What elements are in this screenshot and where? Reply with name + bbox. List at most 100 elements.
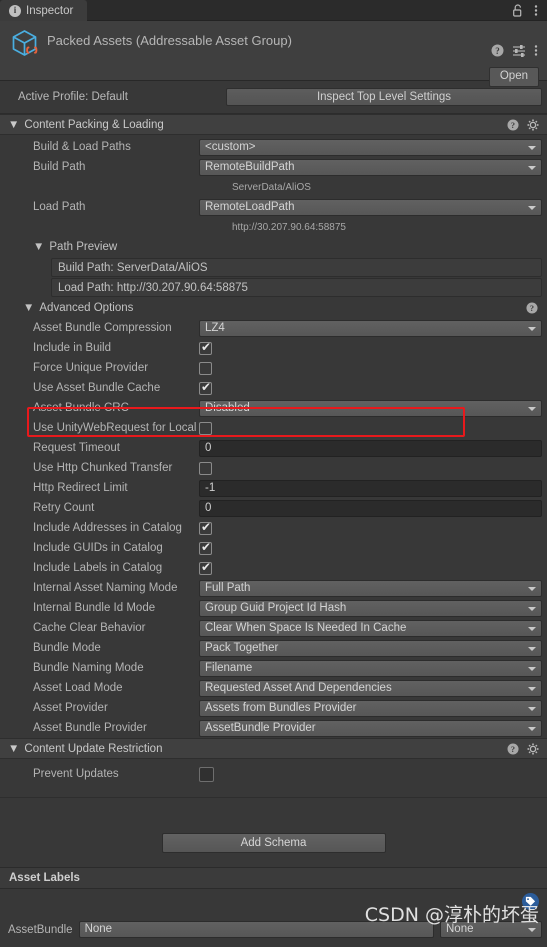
row-label: Request Timeout (33, 442, 120, 454)
chevron-down-icon (528, 145, 536, 150)
build-path-dropdown[interactable]: RemoteBuildPath (199, 158, 542, 176)
lock-open-icon[interactable] (513, 3, 524, 17)
tab-inspector[interactable]: i Inspector (0, 0, 88, 21)
add-schema-button[interactable]: Add Schema (161, 833, 386, 853)
dropdown-control[interactable]: LZ4 (199, 319, 542, 337)
dropdown-control[interactable]: Assets from Bundles Provider (199, 699, 542, 717)
gear-icon[interactable] (527, 743, 539, 755)
checkbox-control[interactable] (199, 520, 212, 535)
dropdown-value: Group Guid Project Id Hash (205, 601, 347, 614)
field-wrapper: LZ4 (199, 319, 542, 337)
dropdown-value: RemoteLoadPath (205, 200, 295, 213)
object-header: Packed Assets (Addressable Asset Group) … (0, 21, 547, 87)
row-asset-load-mode: Asset Load Mode Requested Asset And Depen… (0, 678, 547, 698)
dropdown-value: Disabled (205, 401, 250, 414)
checkbox-control[interactable] (199, 462, 212, 475)
dropdown-control[interactable]: Requested Asset And Dependencies (199, 679, 542, 697)
field-wrapper: Group Guid Project Id Hash (199, 599, 542, 617)
chevron-down-icon (528, 706, 536, 711)
field-wrapper: Pack Together (199, 639, 542, 657)
gear-icon[interactable] (527, 119, 539, 131)
section-actions: ? (507, 118, 539, 131)
help-icon[interactable]: ? (491, 44, 504, 57)
dropdown-control[interactable]: Filename (199, 659, 542, 677)
help-icon[interactable]: ? (507, 742, 519, 755)
field-wrapper: Assets from Bundles Provider (199, 699, 542, 717)
preset-settings-icon[interactable] (512, 44, 526, 57)
help-icon[interactable]: ? (526, 302, 538, 314)
chevron-down-icon[interactable]: ▼ (8, 119, 19, 131)
subsection-path-preview[interactable]: ▼ Path Preview (0, 237, 547, 257)
assetbundle-variant-dropdown[interactable]: None (440, 921, 542, 938)
chevron-down-icon[interactable]: ▼ (33, 241, 44, 253)
asset-labels-header: Asset Labels (0, 867, 547, 889)
tag-icon[interactable] (522, 893, 539, 910)
dropdown-control[interactable]: Group Guid Project Id Hash (199, 599, 542, 617)
row-asset-provider: Asset Provider Assets from Bundles Provid… (0, 698, 547, 718)
add-schema-area: Add Schema (0, 819, 547, 867)
chevron-down-icon (528, 646, 536, 651)
dropdown-control[interactable]: Pack Together (199, 639, 542, 657)
row-bundle-naming-mode: Bundle Naming Mode Filename (0, 658, 547, 678)
dropdown-control[interactable]: Clear When Space Is Needed In Cache (199, 619, 542, 637)
number-input[interactable]: 0 (199, 499, 542, 517)
dropdown-value: Full Path (205, 581, 251, 594)
chevron-down-icon (528, 205, 536, 210)
help-icon[interactable]: ? (507, 118, 519, 131)
field-wrapper: Clear When Space Is Needed In Cache (199, 619, 542, 637)
row-request-timeout: Request Timeout 0 (0, 438, 547, 458)
field-wrapper: 0 (199, 439, 542, 457)
row-build-and-load-paths: Build & Load Paths <custom> (0, 137, 547, 157)
section-header-content-update[interactable]: ▼ Content Update Restriction ? (0, 738, 547, 759)
dropdown-value: None (446, 923, 474, 935)
row-cache-clear-behavior: Cache Clear Behavior Clear When Space Is … (0, 618, 547, 638)
row-internal-bundle-id-mode: Internal Bundle Id Mode Group Guid Projec… (0, 598, 547, 618)
checkbox-control[interactable] (199, 560, 212, 575)
assetbundle-name-dropdown[interactable]: None (78, 921, 434, 938)
chevron-down-icon (528, 326, 536, 331)
kebab-menu-icon[interactable] (534, 4, 538, 17)
field-wrapper: Requested Asset And Dependencies (199, 679, 542, 697)
row-retry-count: Retry Count 0 (0, 498, 547, 518)
checkbox-control[interactable] (199, 362, 212, 375)
checkbox-control[interactable] (199, 540, 212, 555)
inspect-top-level-settings-button[interactable]: Inspect Top Level Settings (226, 88, 542, 106)
assetbundle-row: AssetBundle None None (0, 921, 547, 938)
dropdown-value: Assets from Bundles Provider (205, 701, 357, 714)
chevron-down-icon (528, 586, 536, 591)
load-path-dropdown[interactable]: RemoteLoadPath (199, 198, 542, 216)
section-header-content-packing[interactable]: ▼ Content Packing & Loading ? (0, 114, 547, 135)
checkbox-control[interactable] (199, 380, 212, 395)
row-label: Retry Count (33, 502, 95, 514)
dropdown-value: Requested Asset And Dependencies (205, 681, 392, 694)
subsection-title: Advanced Options (39, 302, 134, 314)
checkbox-control[interactable] (199, 422, 212, 435)
number-input[interactable]: -1 (199, 479, 542, 497)
subsection-advanced-options[interactable]: ▼ Advanced Options ? (0, 298, 547, 318)
row-label: Include in Build (33, 342, 111, 354)
checkbox-control[interactable] (199, 340, 212, 355)
chevron-down-icon[interactable]: ▼ (8, 743, 19, 755)
dropdown-control[interactable]: Full Path (199, 579, 542, 597)
dropdown-control[interactable]: AssetBundle Provider (199, 719, 542, 737)
chevron-down-icon[interactable]: ▼ (23, 302, 34, 314)
chevron-down-icon (528, 726, 536, 731)
svg-text:?: ? (495, 46, 500, 56)
chevron-down-icon (528, 928, 536, 932)
object-header-actions: ? (491, 44, 538, 57)
assetbundle-name-field: None (78, 921, 434, 938)
dropdown-control[interactable]: Disabled (199, 399, 542, 417)
kebab-menu-icon[interactable] (534, 44, 538, 57)
row-label: Bundle Naming Mode (33, 662, 144, 674)
dropdown-value: Clear When Space Is Needed In Cache (205, 621, 407, 634)
number-input[interactable]: 0 (199, 439, 542, 457)
prevent-updates-checkbox[interactable] (199, 767, 214, 782)
build-path-hint-row: ServerData/AliOS (0, 177, 547, 197)
build-and-load-paths-dropdown[interactable]: <custom> (199, 138, 542, 156)
path-preview-load: Load Path: http://30.207.90.64:58875 (51, 278, 542, 297)
open-button[interactable]: Open (488, 67, 539, 87)
section-title: Content Packing & Loading (24, 118, 164, 131)
asset-labels-title: Asset Labels (9, 872, 80, 884)
chevron-down-icon (528, 666, 536, 671)
field-wrapper: Full Path (199, 579, 542, 597)
